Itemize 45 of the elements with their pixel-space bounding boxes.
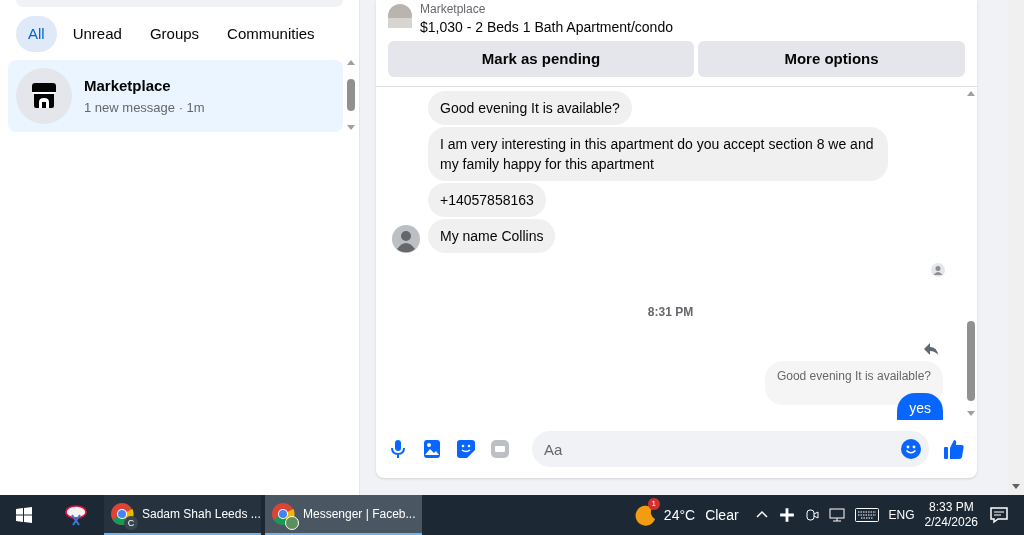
windows-logo-icon <box>16 507 32 523</box>
message-bubble: My name Collins <box>428 219 556 253</box>
emoji-icon[interactable] <box>901 439 921 459</box>
filter-tab[interactable]: Communities <box>215 16 327 52</box>
listing-source: Marketplace <box>420 1 487 17</box>
reply-icon <box>923 341 939 357</box>
profile-badge-icon <box>285 516 299 530</box>
conversation-name: Marketplace <box>84 76 172 96</box>
taskbar-app[interactable]: Messenger | Faceb... <box>265 495 422 535</box>
timestamp: 8:31 PM <box>647 304 694 321</box>
filter-tab[interactable]: All <box>16 16 57 52</box>
taskbar-app[interactable]: C Sadam Shah Leeds ... <box>104 495 261 535</box>
message-bubble: yes <box>897 393 943 420</box>
message-bubble: +14057858163 <box>428 183 546 217</box>
seen-avatar-icon <box>931 263 945 277</box>
profile-badge: C <box>124 516 138 530</box>
clock[interactable]: 8:33 PM 2/24/2026 <box>924 500 978 530</box>
action-button[interactable]: More options <box>698 41 965 77</box>
store-icon <box>16 68 72 124</box>
conversation-preview: 1 new message · 1m <box>84 98 205 117</box>
language-indicator[interactable]: ENG <box>888 506 915 524</box>
notification-badge: 1 <box>647 498 660 510</box>
temperature: 24°C <box>663 505 696 525</box>
plus-icon[interactable] <box>778 507 795 523</box>
quoted-message: Good evening It is available? <box>764 361 943 405</box>
scrollbar <box>345 60 357 130</box>
image-icon[interactable] <box>422 439 442 459</box>
webcam-icon[interactable] <box>804 508 819 522</box>
filter-tab[interactable]: Groups <box>137 16 212 52</box>
microphone-icon[interactable] <box>388 439 408 459</box>
weather-condition: Clear <box>705 505 739 525</box>
listing-thumbnail-icon <box>388 4 412 28</box>
listing-title: $1,030 - 2 Beds 1 Bath Apartment/condo <box>420 18 673 37</box>
like-icon[interactable] <box>943 438 965 460</box>
message-input[interactable]: Aa <box>532 431 929 467</box>
notifications-icon[interactable] <box>990 506 1008 524</box>
snipping-tool-icon[interactable] <box>64 503 88 527</box>
action-button[interactable]: Mark as pending <box>388 41 694 77</box>
keyboard-icon[interactable] <box>854 508 879 522</box>
conversation-item[interactable]: Marketplace 1 new message · 1m <box>8 60 343 132</box>
filter-tab[interactable]: Unread <box>60 16 134 52</box>
message-bubble: I am very interesting in this apartment do you accept section 8 we and my family happy for this apartment <box>428 127 888 181</box>
sticker-icon[interactable] <box>456 439 476 459</box>
message-bubble: Good evening It is available? <box>428 91 632 125</box>
weather-icon <box>633 504 656 526</box>
